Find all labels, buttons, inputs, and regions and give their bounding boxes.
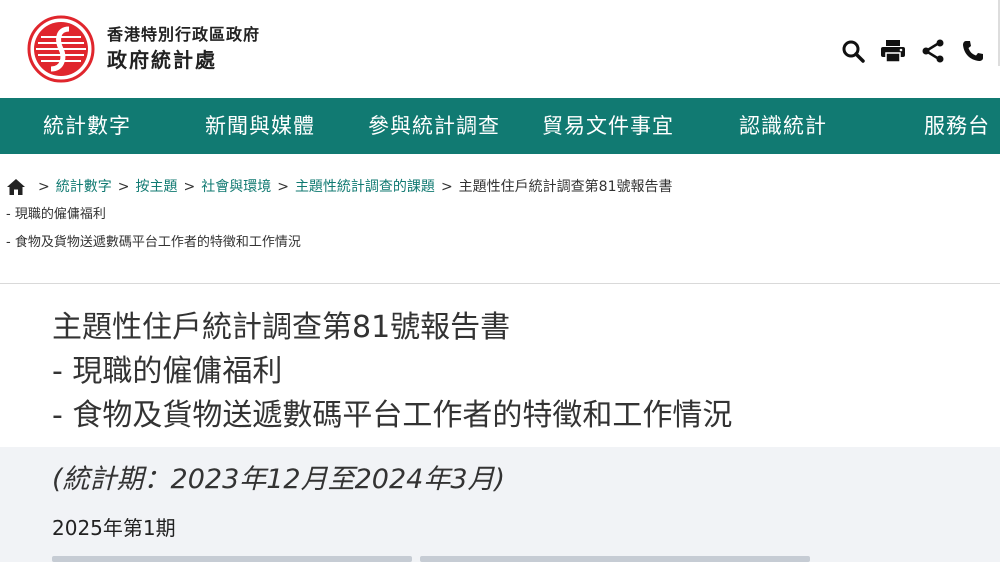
main-nav: 統計數字 新聞與媒體 參與統計調查 貿易文件事宜 認識統計 服務台 <box>0 98 1000 154</box>
share-icon <box>922 39 944 63</box>
breadcrumb-separator: > <box>38 179 50 195</box>
page-title-line1: 主題性住戶統計調查第81號報告書 <box>52 310 511 345</box>
breadcrumb-link-by-subject[interactable]: 按主題 <box>135 176 177 198</box>
breadcrumb-current: 主題性住戶統計調查第81號報告書 <box>458 179 673 195</box>
phone-icon <box>963 41 983 61</box>
search-icon <box>842 40 865 63</box>
logo-link[interactable]: 香港特別行政區政府 政府統計處 <box>27 15 260 83</box>
breadcrumb-separator: > <box>277 179 289 195</box>
tab-strip-left <box>52 556 412 562</box>
page-title: 主題性住戶統計調查第81號報告書 - 現職的僱傭福利 - 食物及貨物送遞數碼平台… <box>52 306 732 438</box>
contact-button[interactable] <box>960 38 986 64</box>
header-toolbar <box>840 38 986 64</box>
org-name-line2: 政府統計處 <box>107 48 217 72</box>
census-logo-icon <box>27 15 95 83</box>
breadcrumb: > 統計數字 > 按主題 > 社會與環境 > 主題性統計調查的課題 > 主題性住… <box>6 176 996 254</box>
nav-item-trade-documents[interactable]: 貿易文件事宜 <box>542 98 674 154</box>
nav-item-news-media[interactable]: 新聞與媒體 <box>205 98 315 154</box>
home-icon[interactable] <box>6 178 26 196</box>
breadcrumb-separator: > <box>183 179 196 195</box>
statistical-period: (統計期：2023年12月至2024年3月) <box>52 464 506 495</box>
nav-item-statistics[interactable]: 統計數字 <box>43 98 131 154</box>
page-title-line2: - 現職的僱傭福利 <box>52 354 283 389</box>
nav-item-service-desk[interactable]: 服務台 <box>924 98 990 154</box>
share-button[interactable] <box>920 38 946 64</box>
breadcrumb-separator: > <box>440 179 453 195</box>
print-button[interactable] <box>880 38 906 64</box>
print-icon <box>881 40 905 63</box>
site-header: 香港特別行政區政府 政府統計處 <box>0 0 1000 98</box>
breadcrumb-separator: > <box>117 179 130 195</box>
section-divider <box>0 283 1000 284</box>
breadcrumb-link-statistics[interactable]: 統計數字 <box>56 176 112 198</box>
search-button[interactable] <box>840 38 866 64</box>
page-title-line3: - 食物及貨物送遞數碼平台工作者的特徵和工作情況 <box>52 398 733 433</box>
breadcrumb-link-thematic-surveys[interactable]: 主題性統計調查的課題 <box>295 176 435 198</box>
issue-number: 2025年第1期 <box>52 516 176 540</box>
breadcrumb-current-sub1: - 現職的僱傭福利 <box>6 207 106 222</box>
breadcrumb-current-sub2: - 食物及貨物送遞數碼平台工作者的特徵和工作情況 <box>6 235 301 250</box>
org-name-line1: 香港特別行政區政府 <box>107 25 261 44</box>
nav-item-learn-statistics[interactable]: 認識統計 <box>739 98 827 154</box>
nav-item-participate[interactable]: 參與統計調查 <box>368 98 500 154</box>
tab-strip-right <box>420 556 810 562</box>
breadcrumb-link-society-environment[interactable]: 社會與環境 <box>201 176 271 198</box>
